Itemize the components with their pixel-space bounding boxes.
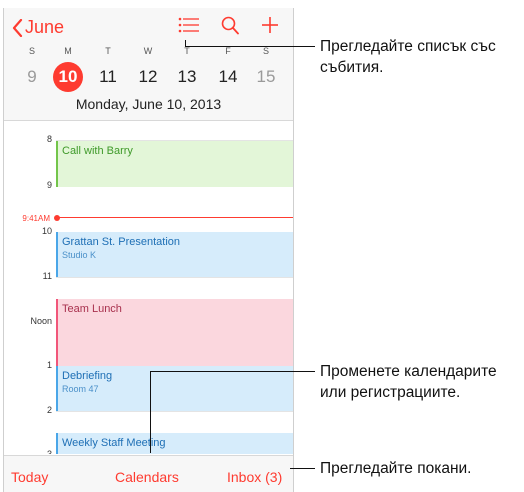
hour-label: Noon <box>30 316 52 326</box>
list-icon[interactable] <box>178 16 200 34</box>
weekday-label: T <box>105 46 111 56</box>
hour-label: 2 <box>46 405 52 415</box>
selected-date-title: Monday, June 10, 2013 <box>75 96 222 112</box>
weekday-label: S <box>28 46 35 56</box>
search-icon[interactable] <box>221 16 239 35</box>
callout-leader-line <box>290 468 315 469</box>
date-cell[interactable]: 12 <box>133 62 163 92</box>
add-icon[interactable] <box>261 16 279 34</box>
back-button-label: June <box>25 17 65 37</box>
hour-label: 9 <box>46 180 52 190</box>
event-location: Studio K <box>62 250 97 260</box>
weekday-label: F <box>225 46 231 56</box>
date-cell[interactable]: 13 <box>172 62 202 92</box>
weekday-label: W <box>143 46 153 56</box>
day-timeline[interactable]: 8 9 10 11 Noon 1 2 3 Call with Barry 9:4… <box>4 121 293 454</box>
hour-label: 10 <box>41 226 52 236</box>
callout-leader-line <box>150 371 151 453</box>
current-time-line <box>56 217 293 218</box>
hour-gridline <box>56 411 293 412</box>
hour-label: 11 <box>42 271 52 281</box>
event-call-with-barry[interactable]: Call with Barry <box>56 141 293 187</box>
calendar-phone-screen: June S M T W T F S 9 10 11 12 13 14 15 M… <box>3 8 294 492</box>
callout-inbox: Прегледайте покани. <box>320 460 472 477</box>
event-title: Grattan St. Presentation <box>62 236 181 248</box>
date-cell[interactable]: 14 <box>213 62 243 92</box>
weekday-label: M <box>64 46 72 56</box>
current-time-label: 9:41AM <box>22 214 50 223</box>
weekday-labels: S M T W T F S <box>4 46 293 58</box>
calendars-button[interactable]: Calendars <box>115 469 179 485</box>
current-time-dot <box>54 215 60 221</box>
inbox-button[interactable]: Inbox (3) <box>227 469 282 485</box>
hour-label: 3 <box>46 449 52 454</box>
event-debriefing[interactable]: Debriefing Room 47 <box>56 366 293 411</box>
callout-calendars: Променете календарите или регистрациите. <box>320 363 497 401</box>
date-cell[interactable]: 11 <box>93 62 123 92</box>
chevron-left-icon <box>12 18 23 37</box>
date-cell-selected[interactable]: 10 <box>53 62 83 92</box>
event-team-lunch[interactable]: Team Lunch <box>56 299 293 366</box>
today-button[interactable]: Today <box>11 469 48 485</box>
bottom-toolbar: Today Calendars Inbox (3) <box>4 455 293 492</box>
hour-label: 1 <box>46 360 52 370</box>
callout-leader-line <box>185 46 315 47</box>
weekday-label: T <box>184 46 190 56</box>
date-cell[interactable]: 15 <box>251 62 281 92</box>
event-title: Weekly Staff Meeting <box>62 437 166 449</box>
event-weekly-staff-meeting[interactable]: Weekly Staff Meeting <box>56 433 293 454</box>
callout-leader-line <box>150 371 315 372</box>
callout-list-view: Прегледайте списък със събития. <box>320 38 496 76</box>
weekday-label: S <box>262 46 269 56</box>
event-title: Call with Barry <box>62 145 133 157</box>
week-date-strip: 9 10 11 12 13 14 15 <box>4 62 293 92</box>
calendar-header: June S M T W T F S 9 10 11 12 13 14 15 M… <box>4 8 293 121</box>
event-title: Team Lunch <box>62 303 122 315</box>
event-grattan-presentation[interactable]: Grattan St. Presentation Studio K <box>56 232 293 277</box>
hour-gridline <box>56 277 293 278</box>
event-location: Room 47 <box>62 384 99 394</box>
back-to-month-button[interactable]: June <box>12 17 64 38</box>
date-cell[interactable]: 9 <box>17 62 47 92</box>
hour-label: 8 <box>46 134 52 144</box>
